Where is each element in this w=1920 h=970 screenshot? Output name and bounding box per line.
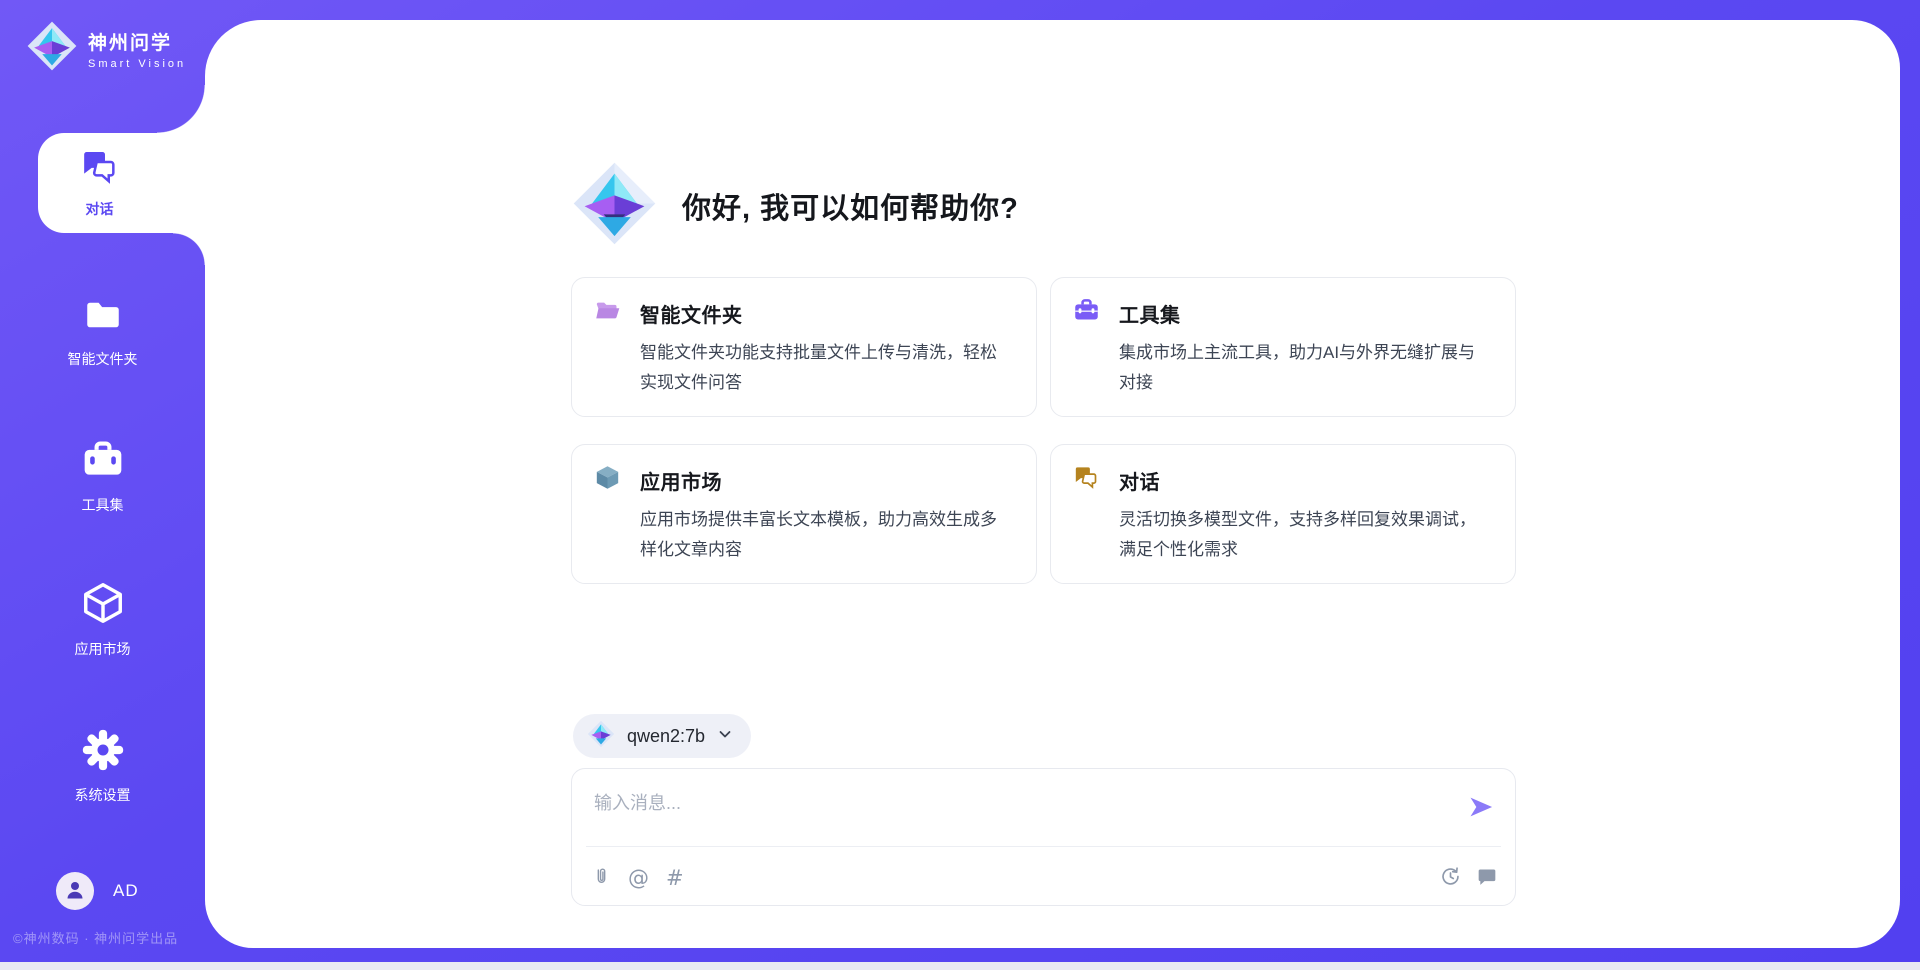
open-folder-icon [594, 297, 621, 329]
main-panel: 你好, 我可以如何帮助你? 智能文件夹 智能文件夹功能支持批量文件上传与清洗，轻… [205, 20, 1900, 948]
brand-diamond-icon [571, 160, 658, 252]
sidebar-item-label: 智能文件夹 [68, 349, 138, 369]
history-button[interactable] [1440, 866, 1461, 890]
folder-icon [81, 294, 125, 341]
card-chat[interactable]: 对话 灵活切换多模型文件，支持多样回复效果调试，满足个性化需求 [1050, 444, 1516, 584]
person-icon [63, 877, 87, 906]
chat-bubbles-icon [1073, 464, 1100, 496]
gear-icon [81, 728, 125, 777]
card-title: 对话 [1119, 466, 1160, 495]
toolbox-icon [80, 438, 126, 487]
message-input[interactable] [594, 789, 1454, 841]
attach-file-button[interactable] [592, 865, 611, 890]
feature-cards: 智能文件夹 智能文件夹功能支持批量文件上传与清洗，轻松实现文件问答 [571, 277, 1516, 584]
model-name: qwen2:7b [627, 726, 705, 747]
message-composer: @ # [571, 768, 1516, 906]
brand-name: 神州问学 [88, 28, 186, 55]
sidebar-footer-text: ©神州数码 · 神州问学出品 [13, 928, 178, 947]
send-button[interactable] [1467, 793, 1495, 821]
sidebar-item-label: 工具集 [82, 495, 124, 515]
brand-subtitle: Smart Vision [88, 58, 186, 70]
sidebar-item-app-market[interactable]: 应用市场 [0, 580, 205, 659]
sidebar-item-settings[interactable]: 系统设置 [0, 728, 205, 805]
composer-divider [586, 846, 1501, 847]
at-sign-icon[interactable]: @ [628, 866, 649, 890]
toolbox-icon [1073, 297, 1100, 329]
sidebar-item-label: 系统设置 [75, 785, 131, 805]
brand-diamond-icon [587, 720, 615, 753]
card-toolset[interactable]: 工具集 集成市场上主流工具，助力AI与外界无缝扩展与对接 [1050, 277, 1516, 417]
model-selector[interactable]: qwen2:7b [573, 714, 751, 758]
brand-diamond-icon [26, 20, 78, 77]
card-description: 应用市场提供丰富长文本模板，助力高效生成多样化文章内容 [640, 505, 1012, 565]
sidebar-item-smart-folder[interactable]: 智能文件夹 [0, 294, 205, 369]
greeting-title: 你好, 我可以如何帮助你? [682, 185, 1019, 227]
sidebar-item-label: 对话 [86, 199, 114, 219]
user-account[interactable]: AD [56, 872, 139, 910]
main-content: 你好, 我可以如何帮助你? 智能文件夹 智能文件夹功能支持批量文件上传与清洗，轻… [571, 20, 1516, 948]
user-initials: AD [113, 881, 139, 901]
cube-icon [80, 580, 126, 631]
sidebar-item-toolset[interactable]: 工具集 [0, 438, 205, 515]
sidebar-item-chat[interactable]: 对话 [38, 133, 205, 233]
card-description: 智能文件夹功能支持批量文件上传与清洗，轻松实现文件问答 [640, 338, 1012, 398]
avatar [56, 872, 94, 910]
card-title: 应用市场 [640, 466, 722, 495]
new-chat-button[interactable] [1477, 867, 1497, 890]
card-title: 工具集 [1119, 299, 1181, 328]
bottom-edge-strip [0, 962, 1920, 970]
brand-logo: 神州问学 Smart Vision [26, 20, 186, 77]
send-icon [1467, 809, 1495, 824]
card-smart-folder[interactable]: 智能文件夹 智能文件夹功能支持批量文件上传与清洗，轻松实现文件问答 [571, 277, 1037, 417]
card-description: 集成市场上主流工具，助力AI与外界无缝扩展与对接 [1119, 338, 1491, 398]
chat-bubbles-icon [79, 147, 121, 192]
sidebar: 神州问学 Smart Vision 对话 智能文件夹 [0, 0, 205, 970]
sidebar-item-label: 应用市场 [75, 639, 131, 659]
card-title: 智能文件夹 [640, 299, 743, 328]
card-app-market[interactable]: 应用市场 应用市场提供丰富长文本模板，助力高效生成多样化文章内容 [571, 444, 1037, 584]
cube-icon [594, 464, 621, 496]
greeting-block: 你好, 我可以如何帮助你? [571, 160, 1019, 252]
paperclip-icon [592, 865, 611, 890]
card-description: 灵活切换多模型文件，支持多样回复效果调试，满足个性化需求 [1119, 505, 1491, 565]
history-icon [1440, 866, 1461, 890]
chat-square-icon [1477, 867, 1497, 890]
chevron-down-icon [717, 726, 733, 747]
hash-icon[interactable]: # [666, 866, 684, 890]
